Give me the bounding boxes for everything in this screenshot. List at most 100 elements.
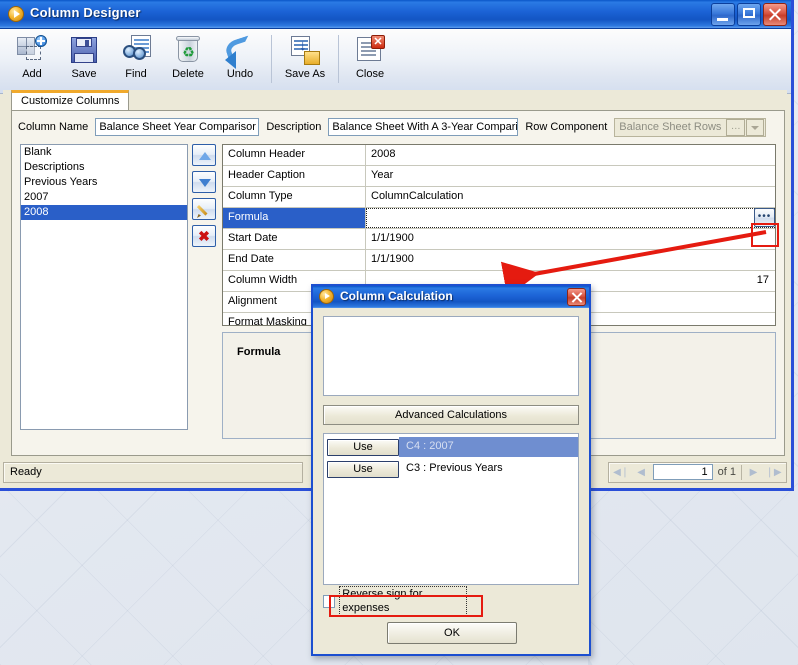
- toolbar-save-label: Save: [71, 68, 97, 80]
- property-name: End Date: [223, 250, 366, 270]
- toolbar-close-button[interactable]: ✕ Close: [344, 33, 396, 80]
- available-columns-list[interactable]: Use C4 : 2007 Use C3 : Previous Years: [323, 433, 579, 585]
- property-name: Formula: [223, 208, 366, 228]
- row-component-label: Row Component: [525, 121, 608, 133]
- property-value[interactable]: 1/1/1900: [366, 250, 775, 270]
- ok-button[interactable]: OK: [387, 622, 517, 644]
- table-row-formula-selected[interactable]: Formula •••: [223, 208, 775, 229]
- formula-textarea[interactable]: [323, 316, 579, 396]
- table-row[interactable]: Header Caption Year: [223, 166, 775, 187]
- tab-customize-columns[interactable]: Customize Columns: [11, 90, 130, 110]
- maximize-button[interactable]: [737, 3, 761, 26]
- app-icon: [8, 6, 24, 22]
- save-as-icon: ↓: [290, 35, 320, 65]
- list-item[interactable]: 2007: [21, 190, 187, 205]
- property-name: Column Type: [223, 187, 366, 207]
- toolbar-delete-button[interactable]: ♻ Delete: [162, 33, 214, 80]
- window-title: Column Designer: [30, 5, 141, 20]
- toolbar-undo-label: Undo: [226, 68, 254, 80]
- record-navigator: ◀❘ ◀ 1 of 1 ▶ ❘▶: [607, 461, 787, 483]
- main-toolbar: Add Save Find ♻ Delete Undo ↓ Save As ✕ …: [0, 29, 791, 94]
- reverse-sign-label: Reverse sign for expenses: [339, 586, 467, 616]
- nav-separator: [741, 464, 742, 480]
- list-item[interactable]: Use C3 : Previous Years: [324, 459, 578, 479]
- property-value[interactable]: ColumnCalculation: [366, 187, 775, 207]
- close-button[interactable]: [763, 3, 787, 26]
- toolbar-save-as-label: Save As: [284, 68, 326, 80]
- recycle-bin-icon: ♻: [173, 35, 203, 65]
- delete-item-button[interactable]: ✖: [192, 225, 216, 247]
- use-button[interactable]: Use: [327, 460, 399, 478]
- list-item[interactable]: Blank: [21, 145, 187, 160]
- move-up-button[interactable]: [192, 144, 216, 166]
- move-down-button[interactable]: [192, 171, 216, 193]
- row-component-value: Balance Sheet Rows: [619, 121, 722, 133]
- last-record-button[interactable]: ❘▶: [765, 464, 782, 480]
- edit-button[interactable]: [192, 198, 216, 220]
- description-label: Description: [266, 121, 322, 133]
- table-row[interactable]: Column Type ColumnCalculation: [223, 187, 775, 208]
- triangle-down-icon: [199, 179, 211, 187]
- table-row[interactable]: Column Header 2008: [223, 145, 775, 166]
- pencil-icon: [197, 203, 211, 217]
- formula-panel-title: Formula: [237, 346, 281, 358]
- toolbar-find-button[interactable]: Find: [110, 33, 162, 80]
- toolbar-undo-button[interactable]: Undo: [214, 33, 266, 80]
- column-reference-label: C3 : Previous Years: [406, 462, 503, 474]
- toolbar-separator-2: [338, 35, 339, 83]
- close-document-icon: ✕: [355, 35, 385, 65]
- add-grid-icon: [17, 35, 47, 65]
- binoculars-icon: [121, 35, 151, 65]
- list-item-selected[interactable]: Use C4 : 2007: [324, 437, 578, 457]
- use-button[interactable]: Use: [327, 438, 399, 456]
- property-value[interactable]: 2008: [366, 145, 775, 165]
- window-controls: [711, 3, 787, 26]
- table-row[interactable]: Start Date 1/1/1900: [223, 229, 775, 250]
- property-name: Column Header: [223, 145, 366, 165]
- page-number-input[interactable]: 1: [652, 464, 713, 480]
- minimize-button[interactable]: [711, 3, 735, 26]
- red-x-icon: ✖: [198, 228, 210, 244]
- list-item[interactable]: Previous Years: [21, 175, 187, 190]
- reverse-sign-checkbox[interactable]: [323, 594, 336, 608]
- dialog-close-button[interactable]: [567, 288, 586, 306]
- previous-record-button[interactable]: ◀: [633, 464, 650, 480]
- row-component-ellipsis-button[interactable]: …: [726, 118, 746, 136]
- triangle-up-icon: [199, 152, 211, 160]
- advanced-calculations-button[interactable]: Advanced Calculations: [323, 405, 579, 425]
- property-value-formula[interactable]: •••: [366, 208, 775, 228]
- property-name: Start Date: [223, 229, 366, 249]
- next-record-button[interactable]: ▶: [745, 464, 762, 480]
- chevron-down-icon[interactable]: [746, 118, 765, 136]
- window-titlebar: Column Designer: [0, 0, 791, 29]
- column-list[interactable]: Blank Descriptions Previous Years 2007 2…: [20, 144, 188, 430]
- toolbar-separator-1: [271, 35, 272, 83]
- toolbar-add-button[interactable]: Add: [6, 33, 58, 80]
- toolbar-save-as-button[interactable]: ↓ Save As: [277, 33, 333, 80]
- tab-strip: Customize Columns: [3, 90, 787, 110]
- column-reference-label: C4 : 2007: [399, 437, 578, 457]
- toolbar-save-button[interactable]: Save: [58, 33, 110, 80]
- row-component-combo[interactable]: Balance Sheet Rows …: [614, 117, 767, 137]
- description-input[interactable]: Balance Sheet With A 3-Year Comparisor: [328, 118, 519, 136]
- column-name-label: Column Name: [18, 121, 89, 133]
- toolbar-find-label: Find: [125, 68, 147, 80]
- list-item-selected[interactable]: 2008: [21, 205, 187, 220]
- status-text: Ready: [3, 461, 303, 483]
- property-value[interactable]: Year: [366, 166, 775, 186]
- list-side-buttons: ✖: [192, 144, 216, 252]
- table-row[interactable]: End Date 1/1/1900: [223, 250, 775, 271]
- first-record-button[interactable]: ◀❘: [613, 464, 630, 480]
- undo-arrow-icon: [223, 35, 255, 69]
- formula-ellipsis-button[interactable]: •••: [754, 208, 775, 227]
- property-value[interactable]: 1/1/1900: [366, 229, 775, 249]
- dialog-app-icon: [319, 289, 334, 304]
- property-name: Header Caption: [223, 166, 366, 186]
- column-name-input[interactable]: Balance Sheet Year Comparisor: [95, 118, 260, 136]
- list-item[interactable]: Descriptions: [21, 160, 187, 175]
- dialog-title: Column Calculation: [340, 289, 453, 303]
- tab-label: Customize Columns: [21, 95, 120, 107]
- toolbar-add-label: Add: [22, 68, 42, 80]
- dialog-titlebar: Column Calculation: [313, 286, 589, 308]
- reverse-sign-checkbox-row[interactable]: Reverse sign for expenses: [323, 586, 467, 616]
